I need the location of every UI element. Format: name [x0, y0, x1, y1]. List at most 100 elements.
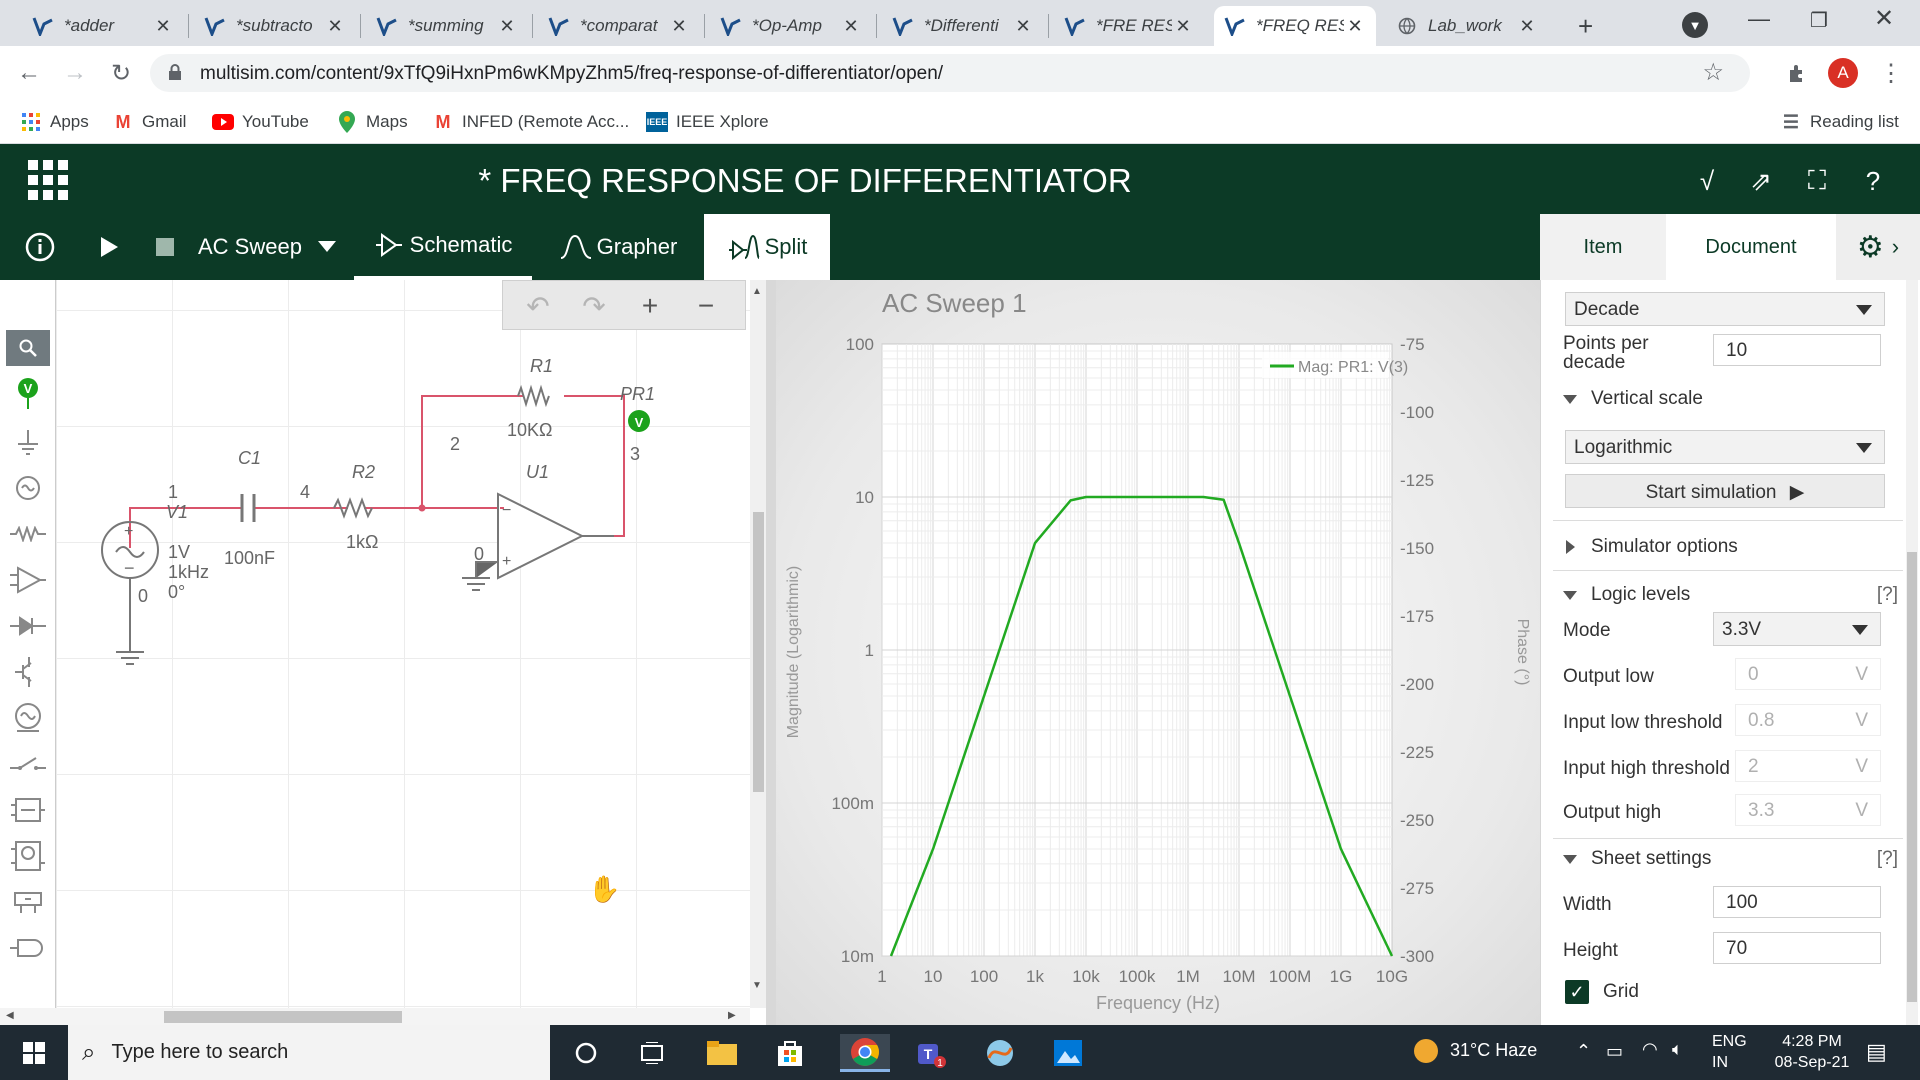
browser-tab[interactable]: *summing ✕: [366, 6, 528, 46]
logic-levels-help[interactable]: [?]: [1877, 584, 1898, 606]
omnibox[interactable]: multisim.com/content/9xTfQ9iHxnPm6wKMpyZ…: [150, 54, 1750, 92]
help-icon[interactable]: ?: [1856, 164, 1890, 198]
analysis-select[interactable]: AC Sweep: [198, 214, 336, 280]
redo-icon[interactable]: ↷: [577, 289, 611, 323]
wifi-icon[interactable]: ◠: [1642, 1039, 1658, 1060]
browser-tab[interactable]: *FREQ RES ✕: [1214, 6, 1376, 46]
close-tab-icon[interactable]: ✕: [1516, 16, 1538, 37]
resistor-icon[interactable]: [6, 514, 50, 554]
logic-block-icon[interactable]: [6, 790, 50, 830]
browser-tab[interactable]: *adder ✕: [22, 6, 184, 46]
switch-icon[interactable]: [6, 744, 50, 784]
bookmark-infed[interactable]: M INFED (Remote Acc...: [432, 110, 630, 134]
vertical-scale-section[interactable]: Vertical scale: [1563, 388, 1703, 410]
browser-tab[interactable]: *FRE RES C✕: [1054, 6, 1204, 46]
schematic-horizontal-scrollbar[interactable]: ◀ ▶: [0, 1008, 750, 1026]
task-view-icon[interactable]: [632, 1034, 672, 1072]
bookmark-youtube[interactable]: YouTube: [212, 110, 309, 134]
start-simulation-button[interactable]: Start simulation ▶: [1565, 474, 1885, 508]
reading-list[interactable]: ☰ Reading list: [1780, 110, 1899, 134]
close-tab-icon[interactable]: ✕: [324, 16, 346, 37]
run-simulation-icon[interactable]: [98, 214, 120, 280]
logic-levels-section[interactable]: Logic levels: [1563, 584, 1690, 606]
share-icon[interactable]: ⇗: [1744, 164, 1778, 198]
forward-icon[interactable]: →: [58, 56, 92, 90]
weather-widget[interactable]: 31°C Haze: [1414, 1039, 1537, 1063]
store-icon[interactable]: [770, 1034, 810, 1072]
grid-checkbox-row[interactable]: ✓ Grid: [1565, 980, 1639, 1004]
connector-icon[interactable]: [6, 928, 50, 968]
chrome-icon[interactable]: [840, 1034, 890, 1072]
vertical-scale-select[interactable]: Logarithmic: [1565, 430, 1885, 464]
notifications-icon[interactable]: ▤: [1866, 1039, 1887, 1065]
mode-select[interactable]: 3.3V: [1713, 612, 1881, 646]
profile-avatar[interactable]: A: [1828, 58, 1858, 88]
search-components-icon[interactable]: [6, 330, 50, 366]
grid-checkbox[interactable]: ✓: [1565, 980, 1589, 1004]
close-tab-icon[interactable]: ✕: [840, 16, 862, 37]
opamp-icon[interactable]: [6, 560, 50, 600]
height-input[interactable]: 70: [1713, 932, 1881, 964]
undo-icon[interactable]: ↶: [521, 289, 555, 323]
width-input[interactable]: 100: [1713, 886, 1881, 918]
schematic-canvas[interactable]: + − − + V R1 10KΩ PR1 2 3 C1 100nF R2 1k…: [56, 280, 750, 1008]
grapher-panel[interactable]: AC Sweep 1 1 10 100 1k 10k 100k 1M 10M 100M 1G 10G…: [776, 280, 1540, 1025]
tab-grapher[interactable]: Grapher: [548, 214, 688, 280]
tab-item[interactable]: Item: [1540, 214, 1666, 280]
close-tab-icon[interactable]: ✕: [1012, 16, 1034, 37]
scroll-thumb[interactable]: [753, 512, 764, 792]
tab-document[interactable]: Document: [1666, 214, 1836, 280]
minimize-icon[interactable]: —: [1748, 6, 1770, 32]
points-per-decade-input[interactable]: 10: [1713, 334, 1881, 366]
browser-tab[interactable]: *Differenti ✕: [882, 6, 1044, 46]
volume-icon[interactable]: 🔈︎: [1672, 1039, 1683, 1060]
browser-tab[interactable]: *subtracto ✕: [194, 6, 356, 46]
multisim-app-icon[interactable]: [980, 1034, 1020, 1072]
close-window-icon[interactable]: ✕: [1874, 4, 1894, 33]
extensions-icon[interactable]: [1780, 56, 1814, 90]
sheet-settings-section[interactable]: Sheet settings: [1563, 848, 1711, 870]
transistor-icon[interactable]: [6, 652, 50, 692]
sweep-type-select[interactable]: Decade: [1565, 292, 1885, 326]
scroll-thumb[interactable]: [164, 1011, 402, 1023]
photos-icon[interactable]: [1048, 1034, 1088, 1072]
back-icon[interactable]: ←: [12, 56, 46, 90]
windows-start-icon[interactable]: [14, 1034, 54, 1072]
settings-gear-icon[interactable]: ⚙ ›: [1836, 214, 1920, 280]
sheet-settings-help[interactable]: [?]: [1877, 848, 1898, 870]
fullscreen-icon[interactable]: ⛶: [1800, 164, 1834, 198]
close-tab-icon[interactable]: ✕: [1172, 16, 1194, 37]
close-tab-icon[interactable]: ✕: [1344, 16, 1366, 37]
zoom-out-icon[interactable]: −: [689, 289, 723, 323]
tab-search-icon[interactable]: ▼: [1682, 12, 1708, 38]
clock[interactable]: 4:28 PM 08-Sep-21: [1762, 1031, 1862, 1073]
tray-chevron-icon[interactable]: ⌃: [1576, 1041, 1591, 1062]
language-indicator[interactable]: ENG IN: [1712, 1031, 1747, 1073]
stop-simulation-icon[interactable]: [156, 214, 174, 280]
ground-icon[interactable]: [6, 422, 50, 462]
close-tab-icon[interactable]: ✕: [496, 16, 518, 37]
file-explorer-icon[interactable]: [702, 1034, 742, 1072]
tab-schematic[interactable]: Schematic: [354, 214, 532, 280]
split-divider[interactable]: [766, 280, 776, 1025]
scroll-thumb[interactable]: [1907, 552, 1917, 1002]
taskbar-search-box[interactable]: ⌕ Type here to search: [68, 1025, 550, 1080]
close-tab-icon[interactable]: ✕: [152, 16, 174, 37]
panel-scrollbar[interactable]: [1906, 280, 1918, 1025]
tab-split[interactable]: Split: [704, 214, 830, 280]
teams-icon[interactable]: T1: [910, 1034, 950, 1072]
source-icon[interactable]: [6, 468, 50, 508]
measurement-icon[interactable]: [6, 698, 50, 738]
new-tab-button[interactable]: +: [1568, 6, 1608, 46]
accessibility-icon[interactable]: √: [1690, 164, 1724, 198]
browser-tab[interactable]: Lab_work ✕: [1386, 6, 1548, 46]
bookmark-ieee[interactable]: IEEE IEEE Xplore: [646, 110, 769, 134]
bookmark-maps[interactable]: Maps: [336, 110, 408, 134]
menu-kebab-icon[interactable]: ⋮: [1874, 56, 1908, 90]
battery-icon[interactable]: ▭: [1606, 1041, 1623, 1062]
reload-icon[interactable]: ↻: [104, 56, 138, 90]
close-tab-icon[interactable]: ✕: [668, 16, 690, 37]
info-icon[interactable]: [24, 214, 56, 280]
restore-icon[interactable]: ❐: [1810, 8, 1828, 33]
browser-tab[interactable]: *Op-Amp ✕: [710, 6, 872, 46]
